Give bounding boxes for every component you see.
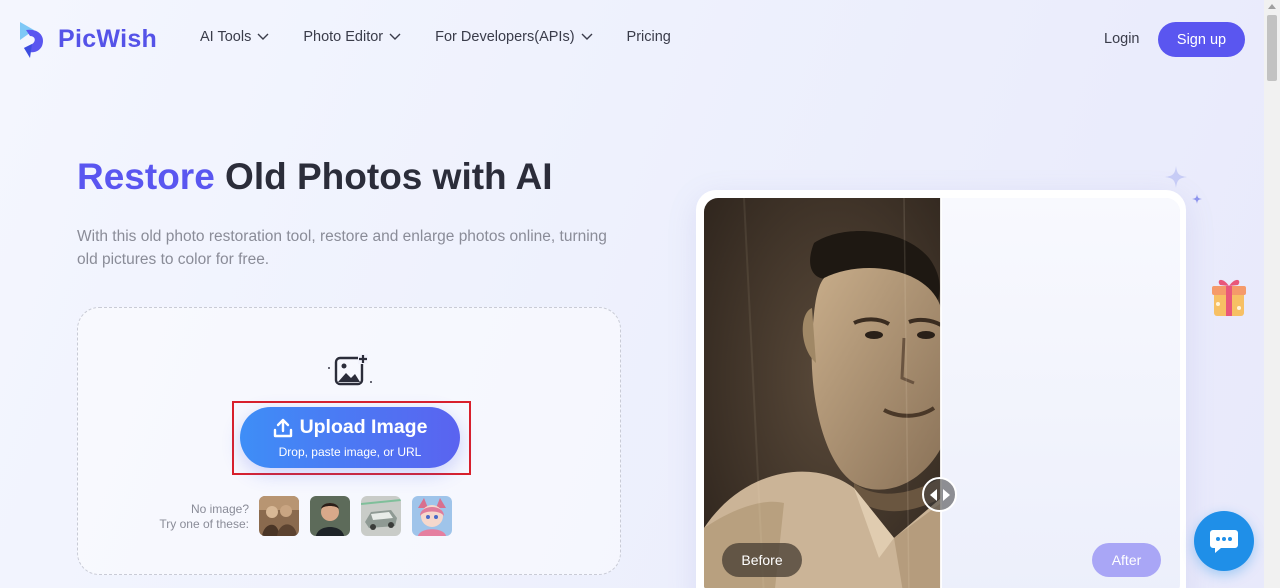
sample-anime-thumbnail bbox=[412, 496, 452, 536]
nav-photo-editor-label: Photo Editor bbox=[303, 29, 384, 45]
sparkle-icon bbox=[1165, 166, 1187, 188]
sample-car-thumbnail bbox=[361, 496, 401, 536]
before-photo bbox=[704, 198, 941, 588]
sample-sepia-group-thumbnail bbox=[259, 496, 299, 536]
sample-prompt: No image? Try one of these: bbox=[138, 502, 249, 532]
gift-icon[interactable] bbox=[1208, 274, 1250, 318]
page-title: Restore Old Photos with AI bbox=[77, 156, 553, 198]
upload-image-button[interactable]: Upload Image Drop, paste image, or URL bbox=[240, 407, 460, 468]
signup-button[interactable]: Sign up bbox=[1158, 22, 1245, 57]
upload-button-label: Upload Image bbox=[299, 416, 428, 438]
upload-arrow-icon bbox=[273, 418, 292, 437]
chevron-down-icon bbox=[389, 33, 401, 40]
after-photo bbox=[941, 198, 1180, 588]
after-label: After bbox=[1092, 543, 1161, 577]
sample-prompt-line2: Try one of these: bbox=[159, 517, 249, 531]
chat-support-button[interactable] bbox=[1194, 511, 1254, 571]
compare-handle-icon bbox=[929, 488, 950, 501]
page-title-rest: Old Photos with AI bbox=[214, 156, 553, 197]
before-after-compare[interactable] bbox=[704, 198, 1180, 588]
sample-portrait-boy[interactable] bbox=[310, 496, 350, 536]
scrollbar-thumb[interactable] bbox=[1267, 15, 1277, 81]
scroll-up-arrow-icon[interactable] bbox=[1268, 4, 1276, 9]
chevron-down-icon bbox=[581, 33, 593, 40]
page-subtitle: With this old photo restoration tool, re… bbox=[77, 228, 607, 268]
upload-button-sublabel: Drop, paste image, or URL bbox=[278, 445, 422, 459]
login-link[interactable]: Login bbox=[1104, 31, 1139, 47]
sample-prompt-line1: No image? bbox=[190, 502, 249, 516]
brand-name: PicWish bbox=[58, 24, 158, 53]
sample-portrait-thumbnail bbox=[310, 496, 350, 536]
nav-for-developers-label: For Developers(APIs) bbox=[435, 29, 575, 45]
sparkle-icon bbox=[1192, 194, 1202, 204]
page-scrollbar[interactable] bbox=[1264, 0, 1280, 588]
upload-button-main: Upload Image bbox=[240, 416, 460, 439]
nav-ai-tools-label: AI Tools bbox=[200, 29, 252, 45]
main-nav: AI Tools Photo Editor For Developers(API… bbox=[200, 29, 705, 45]
upload-dropzone[interactable]: Upload Image Drop, paste image, or URL N… bbox=[77, 307, 621, 575]
compare-divider bbox=[940, 198, 942, 588]
page-title-accent: Restore bbox=[77, 156, 215, 197]
brand-logo[interactable]: PicWish bbox=[16, 18, 157, 60]
sample-sepia-group-photo[interactable] bbox=[259, 496, 299, 536]
nav-for-developers[interactable]: For Developers(APIs) bbox=[435, 29, 593, 45]
chevron-down-icon bbox=[257, 33, 269, 40]
nav-photo-editor[interactable]: Photo Editor bbox=[303, 29, 401, 45]
site-header: PicWish AI Tools Photo Editor For Develo… bbox=[0, 0, 1264, 80]
before-label: Before bbox=[722, 543, 802, 577]
compare-slider-handle[interactable] bbox=[922, 477, 957, 512]
add-image-icon bbox=[328, 354, 372, 386]
nav-pricing-label: Pricing bbox=[626, 29, 671, 45]
picwish-logo-icon bbox=[20, 22, 44, 58]
sample-anime-girl[interactable] bbox=[412, 496, 452, 536]
nav-ai-tools[interactable]: AI Tools bbox=[200, 29, 269, 45]
nav-pricing[interactable]: Pricing bbox=[627, 29, 671, 45]
chat-icon bbox=[1210, 530, 1238, 553]
sample-damaged-car-photo[interactable] bbox=[361, 496, 401, 536]
